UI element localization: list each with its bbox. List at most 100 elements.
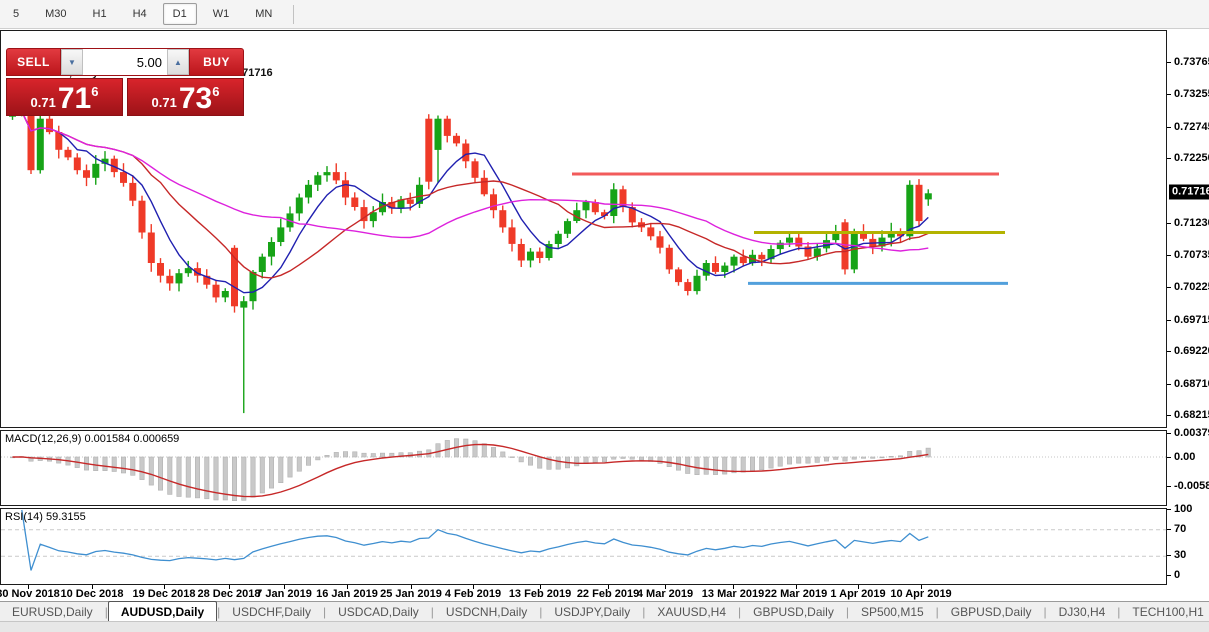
macd-axis-label: 0.003793 — [1174, 427, 1209, 439]
current-price-badge: 0.71716 — [1169, 184, 1209, 200]
chart-tab-XAUUSD-H4[interactable]: XAUUSD,H4 — [645, 602, 738, 622]
trading-terminal-window: 5M30H1H4D1W1MN ▲AUDUSD,Daily 0.71756 0.7… — [0, 0, 1209, 632]
date-label: 1 Apr 2019 — [830, 588, 886, 600]
price-label: 0.72250 — [1174, 152, 1209, 165]
spin-down-icon: ▼ — [68, 57, 76, 67]
price-label: 0.68710 — [1174, 377, 1209, 390]
price-axis[interactable]: 0.73765 0.73255 0.72745 0.72250 0.71230 0.707… — [1167, 30, 1209, 601]
rsi-label: RSI(14) 59.3155 — [5, 511, 86, 523]
timeframe-button-M30[interactable]: M30 — [35, 3, 76, 25]
date-label: 13 Feb 2019 — [508, 588, 572, 600]
price-label: 0.73765 — [1174, 56, 1209, 68]
price-label: 0.73255 — [1174, 88, 1209, 101]
axis-tick — [1167, 158, 1171, 160]
date-label: 25 Jan 2019 — [380, 588, 442, 600]
price-label: 0.69715 — [1174, 313, 1209, 326]
axis-tick — [1167, 383, 1171, 385]
chart-tab-EURUSD-Daily[interactable]: EURUSD,Daily — [0, 602, 105, 622]
rsi-axis-label: 70 — [1174, 522, 1187, 535]
macd-axis-label: -0.005864 — [1174, 480, 1209, 492]
macd-axis-label: 0.00 — [1174, 451, 1196, 463]
sell-price-prefix: 0.71 — [30, 95, 56, 110]
chart-tab-TECH100-H1[interactable]: TECH100,H1 — [1120, 602, 1209, 622]
rsi-indicator-panel[interactable]: RSI(14) 59.3155 — [0, 508, 1167, 585]
date-label: 4 Mar 2019 — [636, 588, 694, 600]
status-bar — [0, 621, 1209, 632]
axis-tick — [1167, 433, 1171, 434]
chart-tab-USDCNH-Daily[interactable]: USDCNH,Daily — [434, 602, 539, 622]
date-label: 22 Feb 2019 — [576, 588, 640, 600]
axis-tick — [1167, 575, 1171, 576]
chart-tab-USDJPY-Daily[interactable]: USDJPY,Daily — [542, 602, 642, 622]
date-label: 28 Dec 2018 — [197, 588, 261, 600]
sell-price-pip: 6 — [91, 84, 99, 99]
sell-price-display[interactable]: 0.71 71 6 — [6, 78, 124, 116]
date-label: 4 Feb 2019 — [444, 588, 502, 600]
rsi-chart — [1, 509, 1166, 571]
price-label: 0.70735 — [1174, 248, 1209, 261]
date-label: 10 Apr 2019 — [890, 588, 952, 600]
axis-tick — [1167, 62, 1171, 63]
date-label: 30 Nov 2018 — [0, 588, 60, 600]
axis-tick — [1167, 94, 1171, 96]
axis-tick — [1167, 457, 1171, 458]
price-label: 0.70225 — [1174, 281, 1209, 294]
timeframe-button-W1[interactable]: W1 — [203, 3, 240, 25]
date-label: 13 Mar 2019 — [701, 588, 765, 600]
date-label: 7 Jan 2019 — [256, 588, 312, 600]
axis-tick — [1167, 351, 1171, 353]
sell-price-digits: 71 — [57, 82, 92, 115]
rsi-axis-label: 30 — [1174, 549, 1187, 562]
chart-tab-GBPUSD-Daily[interactable]: GBPUSD,Daily — [741, 602, 846, 622]
chart-tab-bar: EURUSD,Daily | AUDUSD,Daily | USDCHF,Daily | U… — [0, 601, 1209, 622]
axis-tick — [1167, 223, 1171, 225]
date-label: 10 Dec 2018 — [60, 588, 124, 600]
axis-tick — [1167, 287, 1171, 289]
chart-tab-DJ30-H4[interactable]: DJ30,H4 — [1047, 602, 1118, 622]
buy-price-pip: 6 — [212, 84, 220, 99]
date-label: 19 Dec 2018 — [132, 588, 196, 600]
buy-price-prefix: 0.71 — [151, 95, 177, 110]
volume-decrease-button[interactable]: ▼ — [61, 49, 83, 75]
timeframe-button-MN[interactable]: MN — [245, 3, 282, 25]
volume-box: ▼ 5.00 ▲ — [61, 48, 189, 76]
timeframe-button-H1[interactable]: H1 — [83, 3, 117, 25]
spin-up-icon: ▲ — [174, 57, 182, 67]
chart-tab-USDCHF-Daily[interactable]: USDCHF,Daily — [220, 602, 323, 622]
timeframe-button-H4[interactable]: H4 — [123, 3, 157, 25]
buy-button[interactable]: BUY — [189, 48, 244, 76]
rsi-axis-label: 0 — [1174, 569, 1181, 581]
axis-tick — [1167, 319, 1171, 321]
volume-input[interactable]: 5.00 — [83, 49, 167, 75]
price-label: 0.71230 — [1174, 217, 1209, 230]
chart-tab-AUDUSD-Daily[interactable]: AUDUSD,Daily — [107, 601, 218, 622]
volume-increase-button[interactable]: ▲ — [167, 49, 189, 75]
macd-label: MACD(12,26,9) 0.001584 0.000659 — [5, 433, 180, 445]
date-axis[interactable]: 30 Nov 2018 10 Dec 2018 19 Dec 2018 28 Dec … — [0, 585, 1167, 601]
axis-tick — [1167, 528, 1171, 530]
toolbar-separator — [293, 4, 295, 24]
axis-tick — [1167, 486, 1171, 487]
buy-price-display[interactable]: 0.71 73 6 — [126, 78, 244, 116]
timeframe-button-D1[interactable]: D1 — [162, 3, 197, 25]
timeframe-button-5[interactable]: 5 — [3, 3, 29, 25]
chart-tab-USDCAD-Daily[interactable]: USDCAD,Daily — [326, 602, 431, 622]
axis-tick — [1167, 415, 1171, 416]
macd-indicator-panel[interactable]: MACD(12,26,9) 0.001584 0.000659 — [0, 430, 1167, 506]
chart-tab-GBPUSD-Daily[interactable]: GBPUSD,Daily — [939, 602, 1044, 622]
date-label: 16 Jan 2019 — [316, 588, 378, 600]
buy-price-digits: 73 — [178, 82, 213, 115]
price-label: 0.72745 — [1174, 120, 1209, 133]
axis-tick — [1167, 555, 1171, 557]
axis-tick — [1167, 254, 1171, 256]
timeframe-toolbar: 5 M30 H1 H4 D1 W1 MN — [0, 0, 1209, 29]
rsi-axis-label: 100 — [1174, 503, 1193, 515]
chart-tab-SP500-M15[interactable]: SP500,M15 — [849, 602, 936, 622]
date-label: 22 Mar 2019 — [764, 588, 828, 600]
sell-button[interactable]: SELL — [6, 48, 61, 76]
price-label: 0.68215 — [1174, 409, 1209, 421]
one-click-trade-panel: SELL ▼ 5.00 ▲ BUY 0.71 71 6 0.71 73 6 — [6, 48, 244, 116]
axis-tick — [1167, 126, 1171, 128]
axis-tick — [1167, 509, 1171, 510]
price-label: 0.69220 — [1174, 345, 1209, 358]
